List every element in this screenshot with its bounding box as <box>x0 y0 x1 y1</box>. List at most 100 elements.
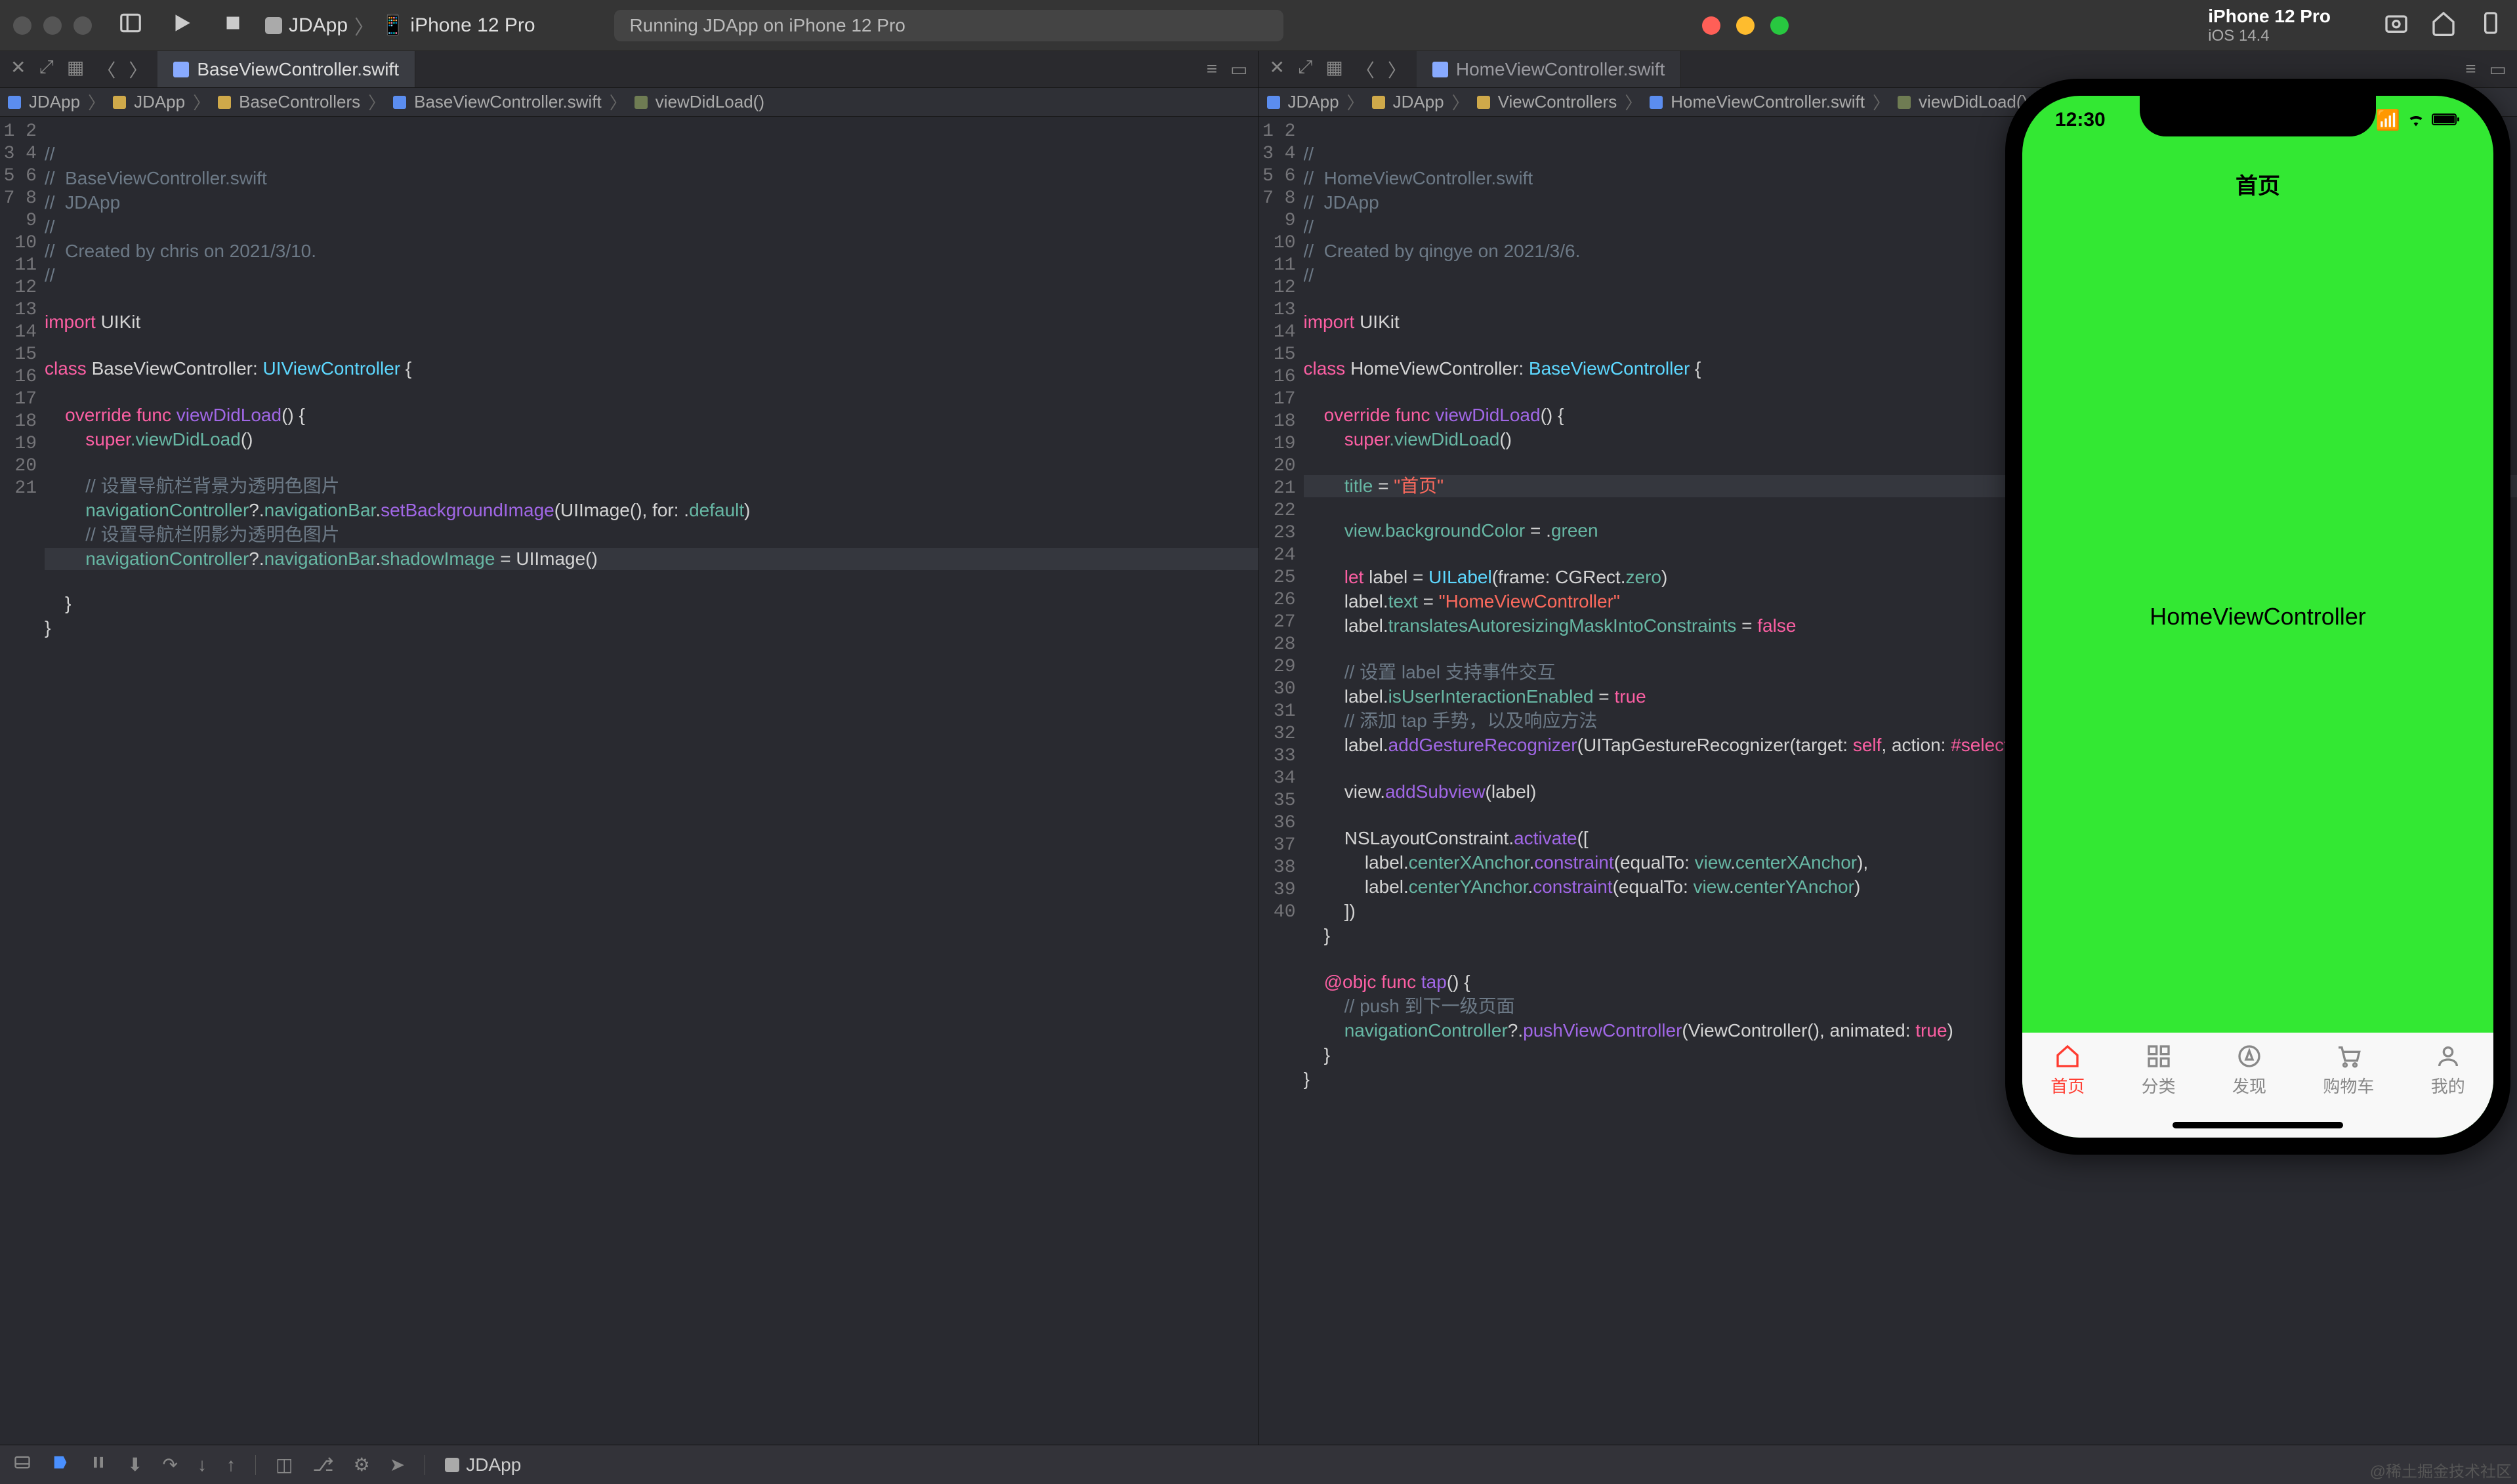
left-breadcrumb[interactable]: JDApp 〉JDApp 〉BaseControllers 〉BaseViewC… <box>0 88 1258 117</box>
step-out-icon[interactable]: ↑ <box>226 1454 236 1475</box>
grid-icon <box>2146 1043 2172 1069</box>
center-label[interactable]: HomeViewController <box>2150 603 2365 630</box>
nav-forward-icon[interactable]: 〉 <box>1388 56 1406 83</box>
bc-folder2[interactable]: BaseControllers <box>239 92 360 112</box>
editor-right-pane: ✕ ⤢ ▦ 〈 〉 HomeViewController.swift ≡ ▭ J… <box>1259 51 2517 1445</box>
bc-folder2[interactable]: ViewControllers <box>1498 92 1617 112</box>
folder-icon <box>1477 96 1490 109</box>
debug-bar: ⬇ ↷ ↓ ↑ ◫ ⎇ ⚙ ➤ JDApp <box>0 1445 2517 1484</box>
scheme-app-icon <box>265 17 282 34</box>
right-file-tab[interactable]: HomeViewController.swift <box>1417 51 1682 87</box>
swift-file-icon <box>393 96 406 109</box>
cellular-icon: 📶 <box>2376 109 2400 132</box>
bc-project[interactable]: JDApp <box>1288 92 1339 112</box>
person-icon <box>2435 1043 2461 1069</box>
compass-icon <box>2236 1043 2262 1069</box>
debug-env-icon[interactable]: ⚙ <box>354 1454 370 1475</box>
left-file-tab[interactable]: BaseViewController.swift <box>157 51 415 87</box>
watermark: @稀土掘金技术社区 <box>2370 1458 2512 1481</box>
tab-label: 购物车 <box>2323 1073 2374 1098</box>
step-into-icon[interactable]: ↓ <box>198 1454 207 1475</box>
process-app-icon <box>445 1458 459 1472</box>
tab-label: 我的 <box>2431 1073 2465 1098</box>
close-window-icon[interactable] <box>13 16 31 35</box>
device-statusbar: 12:30 📶 <box>2022 109 2493 132</box>
folder-icon <box>113 96 126 109</box>
debug-view-icon[interactable]: ◫ <box>276 1454 293 1475</box>
debug-location-icon[interactable]: ➤ <box>390 1454 405 1475</box>
window-traffic-lights[interactable] <box>13 16 92 35</box>
tab-label: 发现 <box>2232 1073 2266 1098</box>
minimap-toggle-icon[interactable]: ≡ <box>1207 58 1217 80</box>
swift-file-icon <box>1650 96 1663 109</box>
continue-icon[interactable]: ⬇ <box>127 1454 142 1475</box>
tab-cart[interactable]: 购物车 <box>2323 1043 2374 1098</box>
expand-icon[interactable]: ⤢ <box>1298 56 1312 83</box>
editor-left-pane: ✕ ⤢ ▦ 〈 〉 BaseViewController.swift ≡ ▭ J… <box>0 51 1259 1445</box>
bc-method[interactable]: viewDidLoad() <box>655 92 764 112</box>
activity-status-text: Running JDApp on iPhone 12 Pro <box>630 15 905 36</box>
tab-discover[interactable]: 发现 <box>2232 1043 2266 1098</box>
bc-file[interactable]: BaseViewController.swift <box>414 92 602 112</box>
zoom-window-icon[interactable] <box>73 16 92 35</box>
right-line-gutter: 1 2 3 4 5 6 7 8 9 10 11 12 13 14 15 16 1… <box>1259 117 1304 1445</box>
bc-folder1[interactable]: JDApp <box>1393 92 1444 112</box>
folder-icon <box>1372 96 1385 109</box>
bc-file[interactable]: HomeViewController.swift <box>1671 92 1865 112</box>
screen-body[interactable]: HomeViewController <box>2022 201 2493 1033</box>
sim-minimize-icon[interactable] <box>1736 16 1755 35</box>
ios-simulator: 12:30 📶 首页 HomeViewController <box>2005 0 2517 1115</box>
left-tab-label: BaseViewController.swift <box>197 59 399 80</box>
tab-home[interactable]: 首页 <box>2050 1043 2085 1098</box>
right-tab-label: HomeViewController.swift <box>1456 59 1665 80</box>
stop-button-icon[interactable] <box>220 10 245 40</box>
folder-icon <box>218 96 231 109</box>
debug-process[interactable]: JDApp <box>445 1454 521 1475</box>
method-icon <box>1898 96 1911 109</box>
expand-icon[interactable]: ⤢ <box>39 56 53 83</box>
breakpoint-toggle-icon[interactable] <box>51 1453 70 1476</box>
left-tabbar: ✕ ⤢ ▦ 〈 〉 BaseViewController.swift ≡ ▭ <box>0 51 1258 88</box>
scheme-selector[interactable]: JDApp 〉 📱 iPhone 12 Pro <box>265 11 535 40</box>
step-over-icon[interactable]: ↷ <box>162 1454 177 1475</box>
nav-back-icon[interactable]: 〈 <box>1356 56 1375 83</box>
assistant-toggle-icon[interactable]: ▭ <box>1230 58 1247 80</box>
nav-title: 首页 <box>2022 168 2493 200</box>
home-icon <box>2054 1043 2081 1069</box>
close-tab-icon[interactable]: ✕ <box>1270 56 1285 83</box>
debug-memory-icon[interactable]: ⎇ <box>312 1454 333 1475</box>
scheme-device-icon: 📱 <box>381 14 405 37</box>
bc-folder1[interactable]: JDApp <box>134 92 185 112</box>
tab-category[interactable]: 分类 <box>2142 1043 2176 1098</box>
close-tab-icon[interactable]: ✕ <box>10 56 26 83</box>
minimize-window-icon[interactable] <box>43 16 62 35</box>
tab-label: 首页 <box>2050 1073 2085 1098</box>
project-icon <box>1267 96 1280 109</box>
run-button-icon[interactable] <box>169 10 194 40</box>
related-items-icon[interactable]: ▦ <box>1325 56 1342 83</box>
battery-icon <box>2432 110 2461 132</box>
device-frame: 12:30 📶 首页 HomeViewController <box>2005 79 2510 1155</box>
bc-project[interactable]: JDApp <box>29 92 80 112</box>
left-line-gutter: 1 2 3 4 5 6 7 8 9 10 11 12 13 14 15 16 1… <box>0 117 45 1445</box>
pause-icon[interactable] <box>89 1453 108 1476</box>
tab-profile[interactable]: 我的 <box>2431 1043 2465 1098</box>
home-indicator[interactable] <box>2173 1122 2343 1128</box>
process-name: JDApp <box>466 1454 521 1475</box>
cart-icon <box>2335 1043 2361 1069</box>
scheme-app-name: JDApp <box>289 14 348 37</box>
device-screen[interactable]: 12:30 📶 首页 HomeViewController <box>2022 96 2493 1138</box>
wifi-icon <box>2407 110 2425 132</box>
nav-back-icon[interactable]: 〈 <box>97 56 115 83</box>
project-icon <box>8 96 21 109</box>
sim-close-icon[interactable] <box>1702 16 1720 35</box>
sim-zoom-icon[interactable] <box>1770 16 1789 35</box>
sidebar-toggle-icon[interactable] <box>118 10 143 40</box>
method-icon <box>634 96 648 109</box>
related-items-icon[interactable]: ▦ <box>67 56 84 83</box>
debug-toggle-icon[interactable] <box>13 1453 31 1476</box>
activity-status: Running JDApp on iPhone 12 Pro <box>614 10 1283 41</box>
swift-file-icon <box>1432 62 1448 77</box>
nav-forward-icon[interactable]: 〉 <box>129 56 147 83</box>
left-code-editor[interactable]: // // BaseViewController.swift // JDApp … <box>45 117 1258 1445</box>
